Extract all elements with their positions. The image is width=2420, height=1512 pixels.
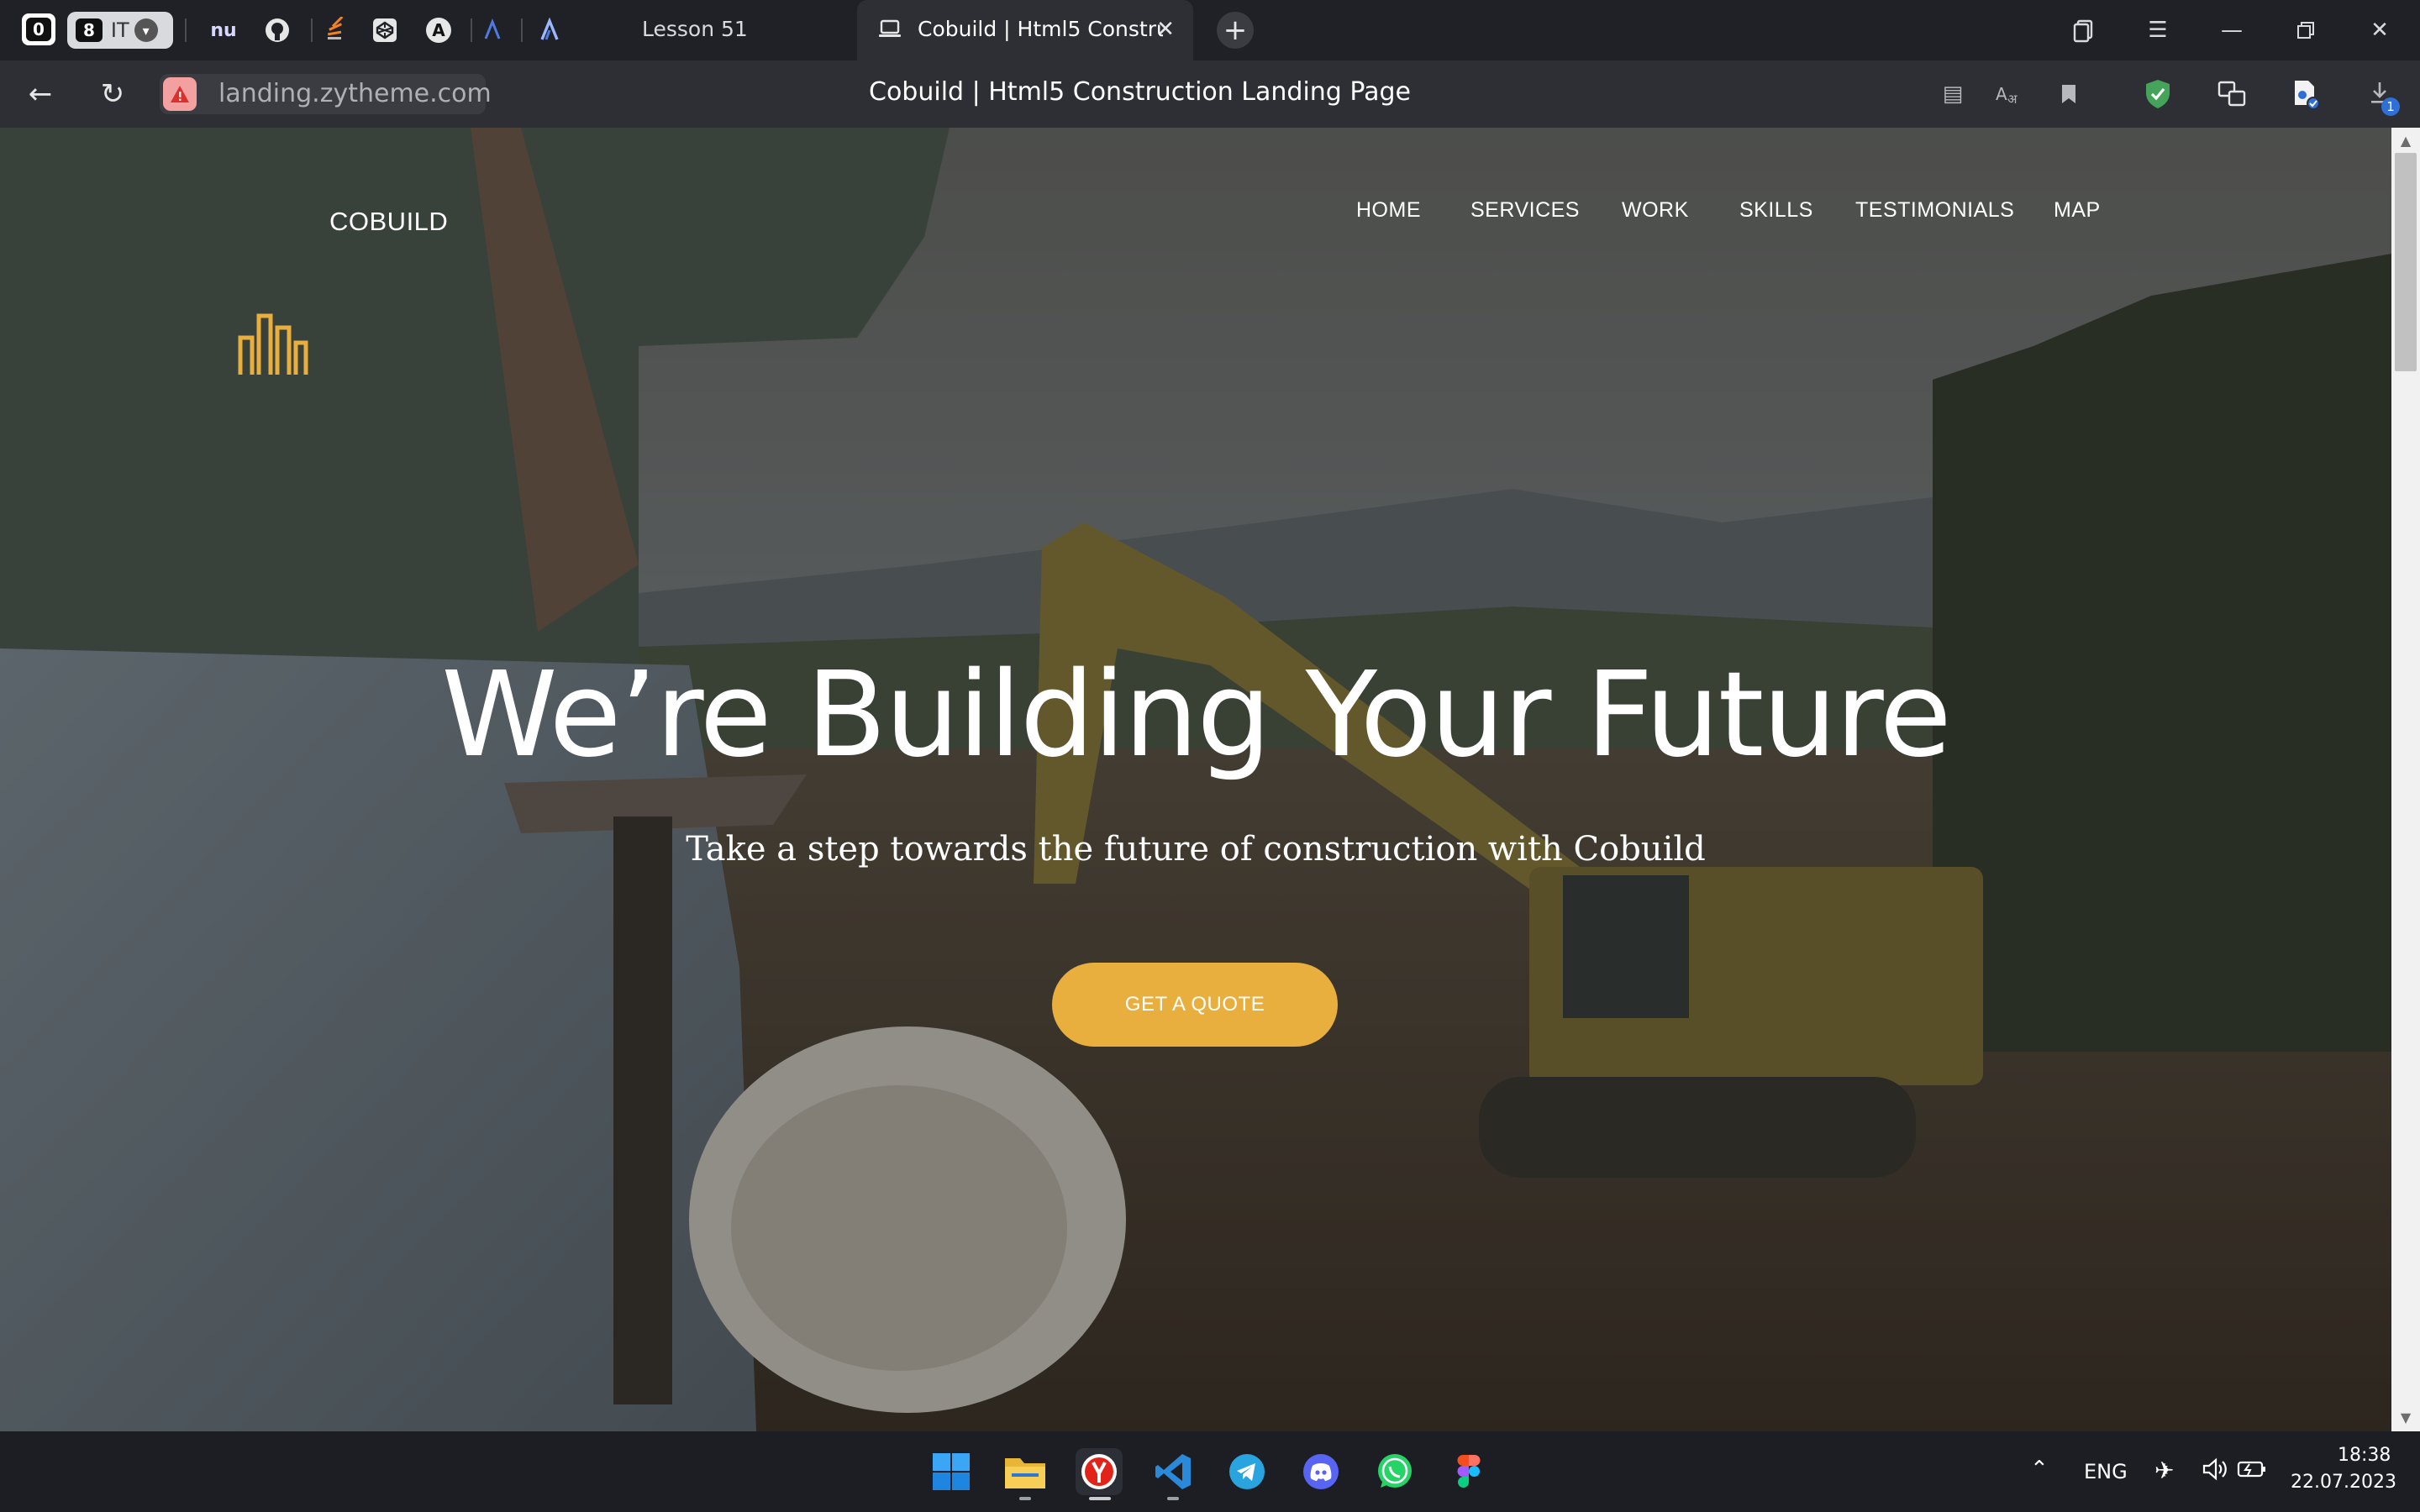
menu-icon[interactable]: ☰ — [2139, 12, 2176, 49]
brand-name[interactable]: COBUILD — [329, 207, 448, 237]
running-indicator — [1167, 1497, 1179, 1500]
windows-start-icon[interactable] — [928, 1448, 975, 1495]
extension-icon[interactable] — [2289, 77, 2323, 111]
telegram-icon[interactable] — [1223, 1448, 1270, 1495]
hero-subheading: Take a step towards the future of constr… — [686, 830, 1706, 869]
discord-icon[interactable] — [1297, 1448, 1344, 1495]
get-quote-button[interactable]: GET A QUOTE — [1052, 963, 1338, 1047]
nav-home[interactable]: HOME — [1356, 198, 1421, 223]
running-indicator — [1019, 1497, 1031, 1500]
nav-testimonials[interactable]: TESTIMONIALS — [1855, 198, 2014, 223]
tab-active[interactable]: Cobuild | Html5 Constru ✕ — [857, 0, 1193, 60]
page-viewport: COBUILD HOME SERVICES WORK SKILLS TESTIM… — [0, 128, 2391, 1431]
downloads-badge: 1 — [2381, 97, 2400, 116]
browser-tab-bar: 0 8 IT ▾ nu A Lesson 51 Cobuild | Html5 … — [0, 0, 2420, 60]
tab-counter-second: 8 — [76, 18, 103, 42]
clock-date[interactable]: 22.07.2023 — [2291, 1472, 2396, 1493]
nav-skills[interactable]: SKILLS — [1739, 198, 1813, 223]
tab-separator — [311, 18, 313, 42]
close-icon[interactable]: ✕ — [1153, 17, 1178, 42]
translate-icon[interactable]: Aअ — [1991, 77, 2025, 111]
tab-active-title: Cobuild | Html5 Constru — [918, 17, 1163, 41]
scroll-down-arrow-icon[interactable]: ▼ — [2396, 1408, 2415, 1426]
tab-counter-first-label: 0 — [26, 18, 51, 41]
minimize-icon[interactable]: — — [2213, 12, 2250, 49]
restore-icon[interactable] — [2287, 12, 2324, 49]
a-circle-label: A — [426, 18, 451, 43]
svg-text:A: A — [1996, 84, 2007, 104]
scrollbar-thumb[interactable] — [2395, 153, 2417, 371]
back-arrow-icon[interactable]: ← — [20, 74, 60, 114]
file-explorer-icon[interactable] — [1002, 1448, 1049, 1495]
collections-icon[interactable] — [2065, 12, 2102, 49]
hero-heading: We’re Building Your Future — [441, 647, 1952, 784]
translate-page-icon[interactable] — [2215, 77, 2249, 111]
language-indicator[interactable]: ENG — [2084, 1460, 2128, 1483]
a-circle-icon[interactable]: A — [424, 15, 454, 45]
airplane-mode-icon[interactable]: ✈ — [2154, 1457, 2174, 1484]
nav-services[interactable]: SERVICES — [1470, 198, 1580, 223]
tab-group-it[interactable]: 8 IT ▾ — [67, 12, 173, 49]
warning-icon[interactable] — [163, 77, 197, 111]
windows-taskbar — [0, 1431, 2420, 1512]
tab-separator — [471, 18, 472, 42]
window-close-icon[interactable]: ✕ — [2361, 12, 2398, 49]
active-indicator — [1089, 1497, 1111, 1500]
chevron-down-icon[interactable]: ▾ — [134, 18, 158, 42]
arc-icon-2[interactable] — [534, 15, 565, 45]
url-text[interactable]: landing.zytheme.com — [218, 79, 492, 108]
bookmark-icon[interactable] — [2052, 77, 2086, 111]
building-logo-icon — [238, 313, 308, 375]
nu-icon[interactable]: nu — [208, 15, 239, 45]
tab-separator — [185, 18, 187, 42]
shield-icon[interactable] — [2141, 77, 2175, 111]
address-page-title: Cobuild | Html5 Construction Landing Pag… — [869, 77, 1412, 107]
scroll-up-arrow-icon[interactable]: ▲ — [2396, 131, 2415, 150]
reload-icon[interactable]: ↻ — [92, 74, 133, 114]
tab-separator — [521, 18, 523, 42]
battery-icon[interactable] — [2237, 1458, 2267, 1483]
stack-icon[interactable] — [319, 15, 350, 45]
github-icon[interactable] — [262, 15, 292, 45]
brand-logo[interactable] — [237, 309, 309, 376]
figma-icon[interactable] — [1445, 1448, 1492, 1495]
tab-lesson[interactable]: Lesson 51 — [642, 17, 748, 41]
tab-counter-first[interactable]: 0 — [22, 13, 55, 45]
tray-overflow-icon[interactable]: ⌃ — [2030, 1457, 2049, 1482]
nav-map[interactable]: MAP — [2054, 198, 2101, 223]
arc-icon[interactable] — [477, 15, 508, 45]
reader-mode-icon[interactable]: ▤ — [1936, 77, 1970, 111]
tab-group-label: IT — [110, 18, 129, 42]
svg-text:अ: अ — [2007, 92, 2018, 107]
nav-work[interactable]: WORK — [1622, 198, 1689, 223]
codepen-icon[interactable] — [370, 15, 400, 45]
yandex-browser-icon[interactable] — [1076, 1448, 1123, 1495]
laptop-icon — [877, 18, 902, 40]
vscode-icon[interactable] — [1150, 1448, 1197, 1495]
whatsapp-icon[interactable] — [1371, 1448, 1418, 1495]
volume-icon[interactable] — [2202, 1457, 2228, 1485]
nu-icon-label: nu — [210, 19, 237, 41]
new-tab-button[interactable]: + — [1217, 12, 1254, 49]
clock-time[interactable]: 18:38 — [2338, 1445, 2391, 1466]
